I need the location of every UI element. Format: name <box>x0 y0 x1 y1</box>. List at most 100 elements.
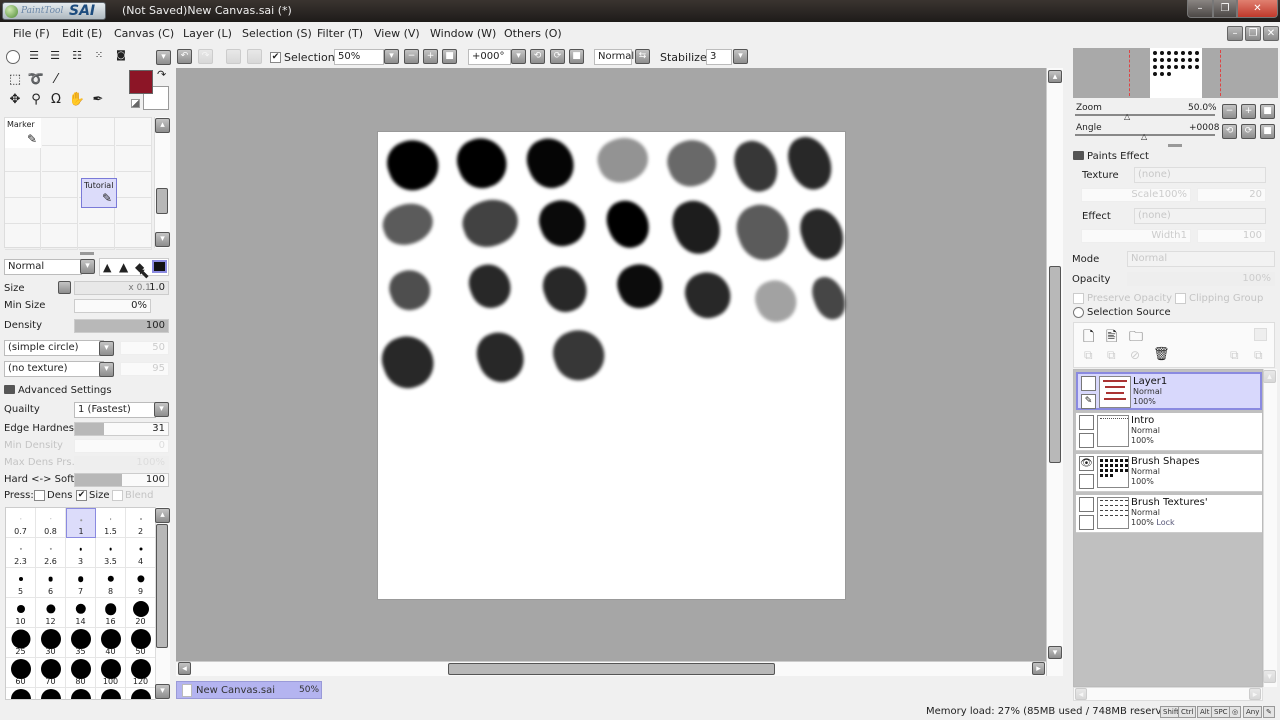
layer-mode-select[interactable]: Normal <box>1127 251 1275 267</box>
layer-row[interactable]: Intro Normal 100% <box>1076 413 1262 451</box>
zoom-tool-icon[interactable]: ⚲ <box>26 90 46 110</box>
nav-zoom-out-button[interactable]: − <box>1222 104 1237 119</box>
menu-window[interactable]: Window (W) <box>430 27 496 40</box>
rotate-tool-icon[interactable]: Ω <box>46 90 66 110</box>
transfer-down-icon[interactable]: ⧉ <box>1107 348 1116 363</box>
brush-size-option[interactable]: 60 <box>6 658 36 688</box>
menu-file[interactable]: File (F) <box>13 27 50 40</box>
brush-size-option[interactable]: 9 <box>126 568 155 598</box>
brush-size-option[interactable]: 16 <box>96 598 126 628</box>
reset-colors-icon[interactable] <box>131 99 140 108</box>
effect-strength-slider[interactable]: 100 <box>1197 229 1266 243</box>
brush-blend-dropdown-icon[interactable]: ▾ <box>80 259 95 274</box>
brush-marker[interactable]: Marker ✎ <box>5 118 41 148</box>
canvas-paper[interactable] <box>375 130 851 600</box>
brush-slot-empty[interactable] <box>5 196 41 224</box>
eye-icon[interactable]: 👁 <box>1079 456 1094 471</box>
brush-slot-empty[interactable] <box>5 144 41 172</box>
press-size-checkbox[interactable]: ✔ <box>76 490 87 501</box>
scroll-up-icon[interactable]: ▴ <box>1263 370 1276 383</box>
brush-size-option[interactable]: 10 <box>6 598 36 628</box>
brush-shape-dropdown-icon[interactable]: ▾ <box>99 341 114 356</box>
texture-select[interactable]: (none) <box>1134 167 1266 183</box>
scroll-left-icon[interactable]: ◂ <box>1075 688 1087 700</box>
rotation-select[interactable]: +000° <box>468 49 511 65</box>
magic-wand-tool-icon[interactable]: ⁄ <box>46 70 66 90</box>
scratchpad-icon[interactable]: ⁙ <box>89 46 109 66</box>
max-dens-slider[interactable]: 100% <box>74 456 169 470</box>
panel-resize-handle[interactable] <box>1168 144 1182 147</box>
preserve-opacity-checkbox[interactable] <box>1073 293 1084 304</box>
min-size-slider[interactable]: 0% <box>74 299 151 313</box>
vertical-scroll-thumb[interactable] <box>1049 266 1061 463</box>
brush-size-option[interactable]: 6 <box>36 568 66 598</box>
brush-size-option[interactable] <box>66 688 96 699</box>
rotate-cw-button[interactable]: ⟳ <box>550 49 565 64</box>
mdi-close-button[interactable]: ✕ <box>1263 26 1279 41</box>
new-folder-icon[interactable]: 🗀 <box>1129 326 1143 350</box>
hard-soft-slider[interactable]: 100 <box>74 473 169 487</box>
menu-filter[interactable]: Filter (T) <box>317 27 363 40</box>
redo-button[interactable]: ↷ <box>198 49 213 64</box>
brush-size-option[interactable]: 3 <box>66 538 96 568</box>
window-maximize-button[interactable]: ❐ <box>1213 0 1237 18</box>
layer-row[interactable]: 👁 Brush Shapes Normal 100% <box>1076 454 1262 492</box>
horizontal-scroll-thumb[interactable] <box>448 663 775 675</box>
angle-slider-handle[interactable]: △ <box>1141 132 1147 141</box>
brush-size-option[interactable]: 100 <box>96 658 126 688</box>
layer-link-toggle[interactable] <box>1079 515 1094 530</box>
swap-colors-icon[interactable]: ↷ <box>157 68 166 81</box>
brush-texture-strength-slider[interactable]: 95 <box>120 362 169 376</box>
brush-shape-strength-slider[interactable]: 50 <box>120 341 169 355</box>
quality-dropdown-icon[interactable]: ▾ <box>154 402 169 417</box>
advanced-settings-toggle[interactable]: Advanced Settings <box>4 385 112 396</box>
scroll-up-icon[interactable]: ▴ <box>155 508 170 523</box>
move-tool-icon[interactable]: ✥ <box>5 90 25 110</box>
scroll-down-icon[interactable]: ▾ <box>155 232 170 247</box>
new-layer-icon[interactable]: 🗋 <box>1083 326 1094 350</box>
lasso-tool-icon[interactable]: ➰ <box>26 70 46 90</box>
mdi-restore-button[interactable]: ❐ <box>1245 26 1261 41</box>
brush-slot-empty[interactable] <box>42 118 78 146</box>
rotate-ccw-button[interactable]: ⟲ <box>530 49 545 64</box>
brush-slot-empty[interactable] <box>42 222 78 250</box>
nav-zoom-in-button[interactable]: + <box>1241 104 1256 119</box>
scroll-down-icon[interactable]: ▾ <box>1048 646 1062 659</box>
brush-slot-empty[interactable] <box>5 170 41 198</box>
layer-list-scrollbar[interactable] <box>1263 369 1277 687</box>
size-multiplier-dropdown-icon[interactable] <box>58 281 71 294</box>
brush-size-option[interactable]: 7 <box>66 568 96 598</box>
brush-size-option[interactable]: 4 <box>126 538 155 568</box>
rotation-dropdown-icon[interactable]: ▾ <box>511 49 526 64</box>
new-linework-layer-icon[interactable]: 🖹 <box>1106 326 1117 350</box>
selection-source-radio[interactable] <box>1073 307 1084 318</box>
document-tab[interactable]: New Canvas.sai 50% <box>176 681 322 699</box>
hand-tool-icon[interactable]: ✋ <box>67 90 87 110</box>
brush-size-option[interactable]: 70 <box>36 658 66 688</box>
menu-layer[interactable]: Layer (L) <box>183 27 232 40</box>
scroll-down-icon[interactable]: ▾ <box>155 684 170 699</box>
brush-size-option[interactable]: 1 <box>66 508 96 538</box>
brush-slot-empty[interactable] <box>116 118 152 146</box>
brush-size-option[interactable]: 2.6 <box>36 538 66 568</box>
edge-hardness-slider[interactable]: 31 <box>74 422 169 436</box>
brush-size-option[interactable]: 120 <box>126 658 155 688</box>
brush-size-option[interactable]: 1.5 <box>96 508 126 538</box>
press-blend-checkbox[interactable] <box>112 490 123 501</box>
size-slider[interactable]: x 0.1 1.0 <box>74 281 169 295</box>
brush-size-option[interactable] <box>36 688 66 699</box>
menu-edit[interactable]: Edit (E) <box>62 27 102 40</box>
menu-canvas[interactable]: Canvas (C) <box>114 27 174 40</box>
nav-zoom-reset-button[interactable]: ■ <box>1260 104 1275 119</box>
clipping-group-checkbox[interactable] <box>1175 293 1186 304</box>
visibility-toggle[interactable] <box>1079 497 1094 512</box>
brush-slot-empty[interactable] <box>79 144 115 172</box>
brush-size-option[interactable]: 12 <box>36 598 66 628</box>
deselect-button[interactable] <box>226 49 241 64</box>
rotation-reset-button[interactable]: ■ <box>569 49 584 64</box>
brush-texture-dropdown-icon[interactable]: ▾ <box>99 362 114 377</box>
apply-mask-icon[interactable]: ⧉ <box>1230 348 1239 363</box>
menu-selection[interactable]: Selection (S) <box>242 27 312 40</box>
zoom-reset-button[interactable]: ■ <box>442 49 457 64</box>
zoom-select[interactable]: 50% <box>334 49 384 65</box>
